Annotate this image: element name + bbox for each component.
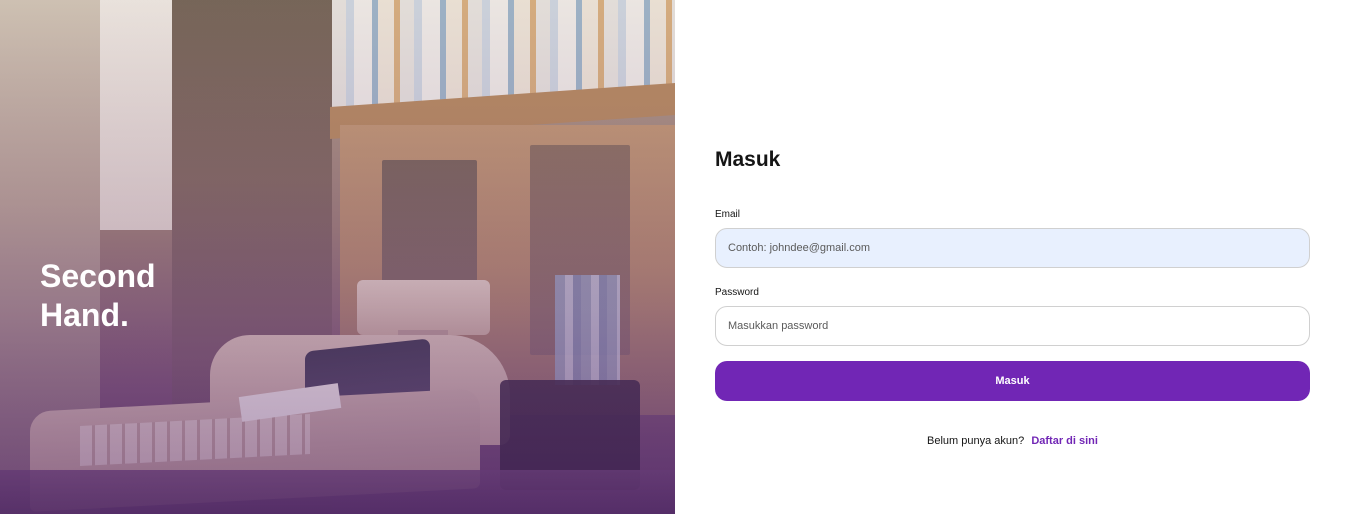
login-button[interactable]: Masuk	[715, 361, 1310, 401]
register-prompt-row: Belum punya akun? Daftar di sini	[715, 435, 1310, 447]
brand-logo-text: Second Hand.	[40, 258, 156, 333]
email-field[interactable]	[715, 228, 1310, 268]
hero-panel: Second Hand.	[0, 0, 675, 514]
password-field[interactable]	[715, 306, 1310, 346]
password-label: Password	[715, 287, 759, 298]
page-title: Masuk	[715, 148, 781, 171]
register-link[interactable]: Daftar di sini	[1031, 435, 1098, 447]
email-label: Email	[715, 209, 741, 220]
login-form-panel: Masuk Email Password Masuk Belum punya a…	[675, 0, 1346, 514]
register-prompt-text: Belum punya akun?	[927, 435, 1025, 447]
